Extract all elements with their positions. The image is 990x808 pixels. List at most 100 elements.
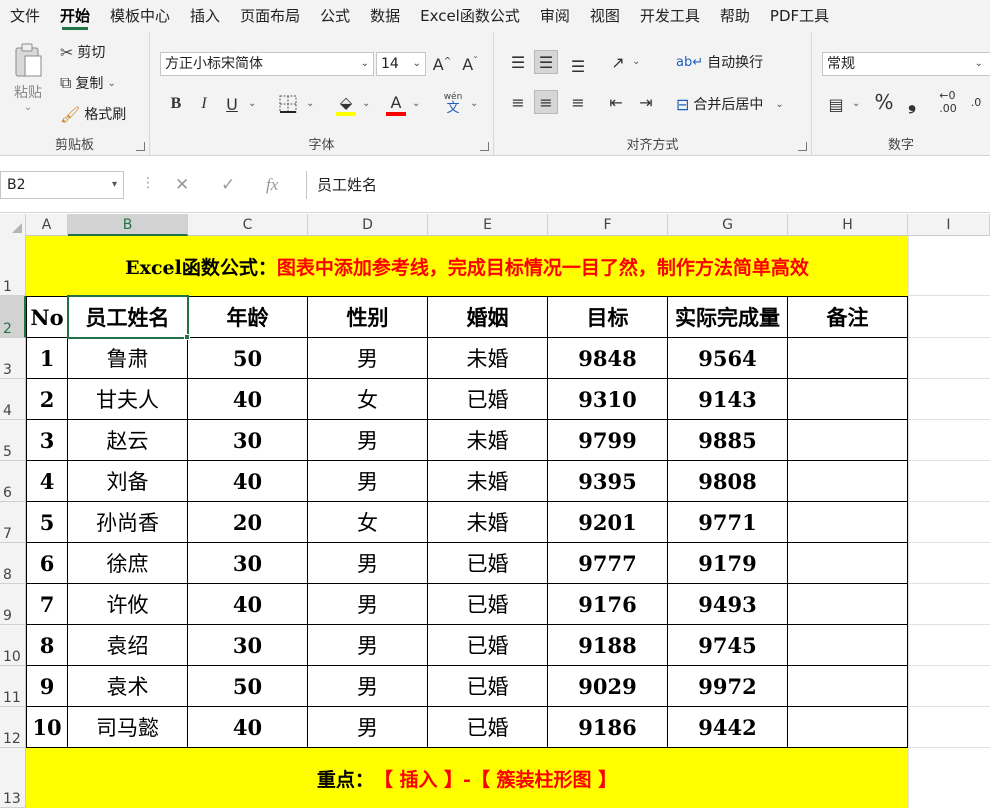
fill-color-button[interactable]: ⬙ bbox=[334, 90, 358, 114]
table-cell[interactable]: 9808 bbox=[668, 461, 788, 502]
table-cell[interactable]: 40 bbox=[188, 707, 308, 748]
formula-input[interactable]: 员工姓名 bbox=[306, 171, 990, 199]
table-cell[interactable]: 9885 bbox=[668, 420, 788, 461]
column-header[interactable]: I bbox=[908, 214, 990, 236]
row-header[interactable]: 1 bbox=[0, 236, 26, 296]
decrease-font-button[interactable]: Aˇ bbox=[458, 52, 482, 76]
header-cell[interactable]: 实际完成量 bbox=[668, 296, 788, 338]
menu-tab[interactable]: 模板中心 bbox=[100, 0, 180, 32]
header-cell[interactable]: No bbox=[26, 296, 68, 338]
table-cell[interactable] bbox=[788, 584, 908, 625]
table-cell[interactable]: 9493 bbox=[668, 584, 788, 625]
column-header[interactable]: C bbox=[188, 214, 308, 236]
column-header[interactable]: G bbox=[668, 214, 788, 236]
dialog-launcher-icon[interactable] bbox=[798, 142, 807, 151]
table-cell[interactable]: 3 bbox=[26, 420, 68, 461]
number-format-select[interactable]: 常规 ⌄ bbox=[822, 52, 990, 76]
insert-function-icon[interactable]: fx bbox=[266, 175, 278, 195]
table-cell[interactable]: 鲁肃 bbox=[68, 338, 188, 379]
menu-tab[interactable]: 审阅 bbox=[530, 0, 580, 32]
table-cell[interactable]: 9442 bbox=[668, 707, 788, 748]
header-cell[interactable]: 年龄 bbox=[188, 296, 308, 338]
table-cell[interactable]: 9564 bbox=[668, 338, 788, 379]
chevron-down-icon[interactable]: ⌄ bbox=[632, 56, 640, 67]
decrease-decimal-button[interactable]: .0 bbox=[964, 90, 988, 114]
increase-indent-button[interactable]: ⇥ bbox=[634, 90, 658, 114]
table-cell[interactable]: 30 bbox=[188, 543, 308, 584]
table-cell[interactable]: 女 bbox=[308, 379, 428, 420]
table-cell[interactable]: 4 bbox=[26, 461, 68, 502]
align-left-button[interactable]: ≡ bbox=[506, 90, 530, 114]
merge-center-button[interactable]: ⊟ 合并后居中 ⌄ bbox=[676, 94, 784, 114]
table-cell[interactable]: 9310 bbox=[548, 379, 668, 420]
menu-tab[interactable]: 文件 bbox=[0, 0, 50, 32]
table-cell[interactable]: 男 bbox=[308, 420, 428, 461]
column-header[interactable]: F bbox=[548, 214, 668, 236]
menu-tab[interactable]: 数据 bbox=[360, 0, 410, 32]
table-cell[interactable]: 9771 bbox=[668, 502, 788, 543]
table-cell[interactable]: 赵云 bbox=[68, 420, 188, 461]
select-all-button[interactable] bbox=[0, 214, 26, 236]
chevron-down-icon[interactable]: ⌄ bbox=[852, 98, 860, 109]
row-header[interactable]: 11 bbox=[0, 666, 26, 707]
table-cell[interactable]: 未婚 bbox=[428, 461, 548, 502]
menu-tab[interactable]: 开始 bbox=[50, 0, 100, 32]
table-cell[interactable]: 9799 bbox=[548, 420, 668, 461]
table-cell[interactable]: 20 bbox=[188, 502, 308, 543]
row-header[interactable]: 3 bbox=[0, 338, 26, 379]
chevron-down-icon[interactable]: ⌄ bbox=[306, 98, 314, 109]
table-cell[interactable]: 已婚 bbox=[428, 707, 548, 748]
table-cell[interactable]: 30 bbox=[188, 420, 308, 461]
menu-tab[interactable]: 视图 bbox=[580, 0, 630, 32]
table-cell[interactable]: 徐庶 bbox=[68, 543, 188, 584]
header-cell[interactable]: 目标 bbox=[548, 296, 668, 338]
table-cell[interactable]: 未婚 bbox=[428, 502, 548, 543]
title-cell[interactable]: Excel函数公式： 图表中添加参考线，完成目标情况一目了然，制作方法简单高效 bbox=[26, 236, 908, 296]
table-cell[interactable]: 已婚 bbox=[428, 666, 548, 707]
table-cell[interactable]: 9848 bbox=[548, 338, 668, 379]
row-header[interactable]: 9 bbox=[0, 584, 26, 625]
format-painter-button[interactable]: 🖌 格式刷 bbox=[60, 104, 126, 124]
column-header[interactable]: H bbox=[788, 214, 908, 236]
header-cell[interactable]: 婚姻 bbox=[428, 296, 548, 338]
chevron-down-icon[interactable]: ⌄ bbox=[470, 98, 478, 109]
align-right-button[interactable]: ≡ bbox=[566, 90, 590, 114]
row-header[interactable]: 13 bbox=[0, 748, 26, 808]
table-cell[interactable]: 未婚 bbox=[428, 338, 548, 379]
table-cell[interactable]: 女 bbox=[308, 502, 428, 543]
table-cell[interactable] bbox=[788, 379, 908, 420]
increase-decimal-button[interactable]: ←0.00 bbox=[936, 89, 960, 115]
table-cell[interactable]: 已婚 bbox=[428, 625, 548, 666]
menu-tab[interactable]: 插入 bbox=[180, 0, 230, 32]
table-cell[interactable]: 40 bbox=[188, 379, 308, 420]
table-cell[interactable]: 男 bbox=[308, 666, 428, 707]
table-cell[interactable]: 司马懿 bbox=[68, 707, 188, 748]
table-cell[interactable]: 7 bbox=[26, 584, 68, 625]
table-cell[interactable]: 2 bbox=[26, 379, 68, 420]
table-cell[interactable]: 已婚 bbox=[428, 379, 548, 420]
dialog-launcher-icon[interactable] bbox=[136, 142, 145, 151]
table-cell[interactable]: 孙尚香 bbox=[68, 502, 188, 543]
formula-bar-splitter[interactable]: ⋮ bbox=[141, 175, 155, 191]
name-box[interactable]: B2 ▾ bbox=[0, 171, 124, 199]
underline-button[interactable]: U bbox=[220, 92, 244, 116]
increase-font-button[interactable]: A^ bbox=[430, 52, 454, 76]
table-cell[interactable]: 男 bbox=[308, 338, 428, 379]
table-cell[interactable]: 1 bbox=[26, 338, 68, 379]
table-cell[interactable]: 50 bbox=[188, 338, 308, 379]
table-cell[interactable]: 9745 bbox=[668, 625, 788, 666]
row-header[interactable]: 4 bbox=[0, 379, 26, 420]
row-header[interactable]: 6 bbox=[0, 461, 26, 502]
borders-button[interactable] bbox=[276, 92, 300, 116]
fill-handle[interactable] bbox=[184, 334, 190, 340]
chevron-down-icon[interactable]: ⌄ bbox=[248, 98, 256, 109]
menu-tab[interactable]: 页面布局 bbox=[230, 0, 310, 32]
chevron-down-icon[interactable]: ⌄ bbox=[362, 98, 370, 109]
table-cell[interactable]: 男 bbox=[308, 584, 428, 625]
paste-button[interactable]: 粘贴 ⌄ bbox=[10, 42, 46, 113]
footer-cell[interactable]: 重点：【 插入 】-【 簇装柱形图 】 bbox=[26, 748, 908, 808]
table-cell[interactable]: 男 bbox=[308, 707, 428, 748]
cancel-icon[interactable]: ✕ bbox=[175, 175, 189, 195]
table-cell[interactable]: 已婚 bbox=[428, 543, 548, 584]
table-cell[interactable] bbox=[788, 666, 908, 707]
